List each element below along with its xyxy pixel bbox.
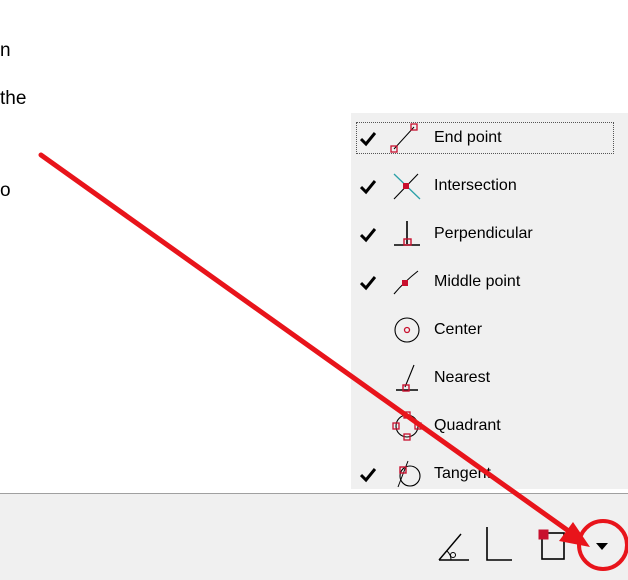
annotation-overlay [38,152,628,571]
annotation-arrow-line [38,152,573,535]
